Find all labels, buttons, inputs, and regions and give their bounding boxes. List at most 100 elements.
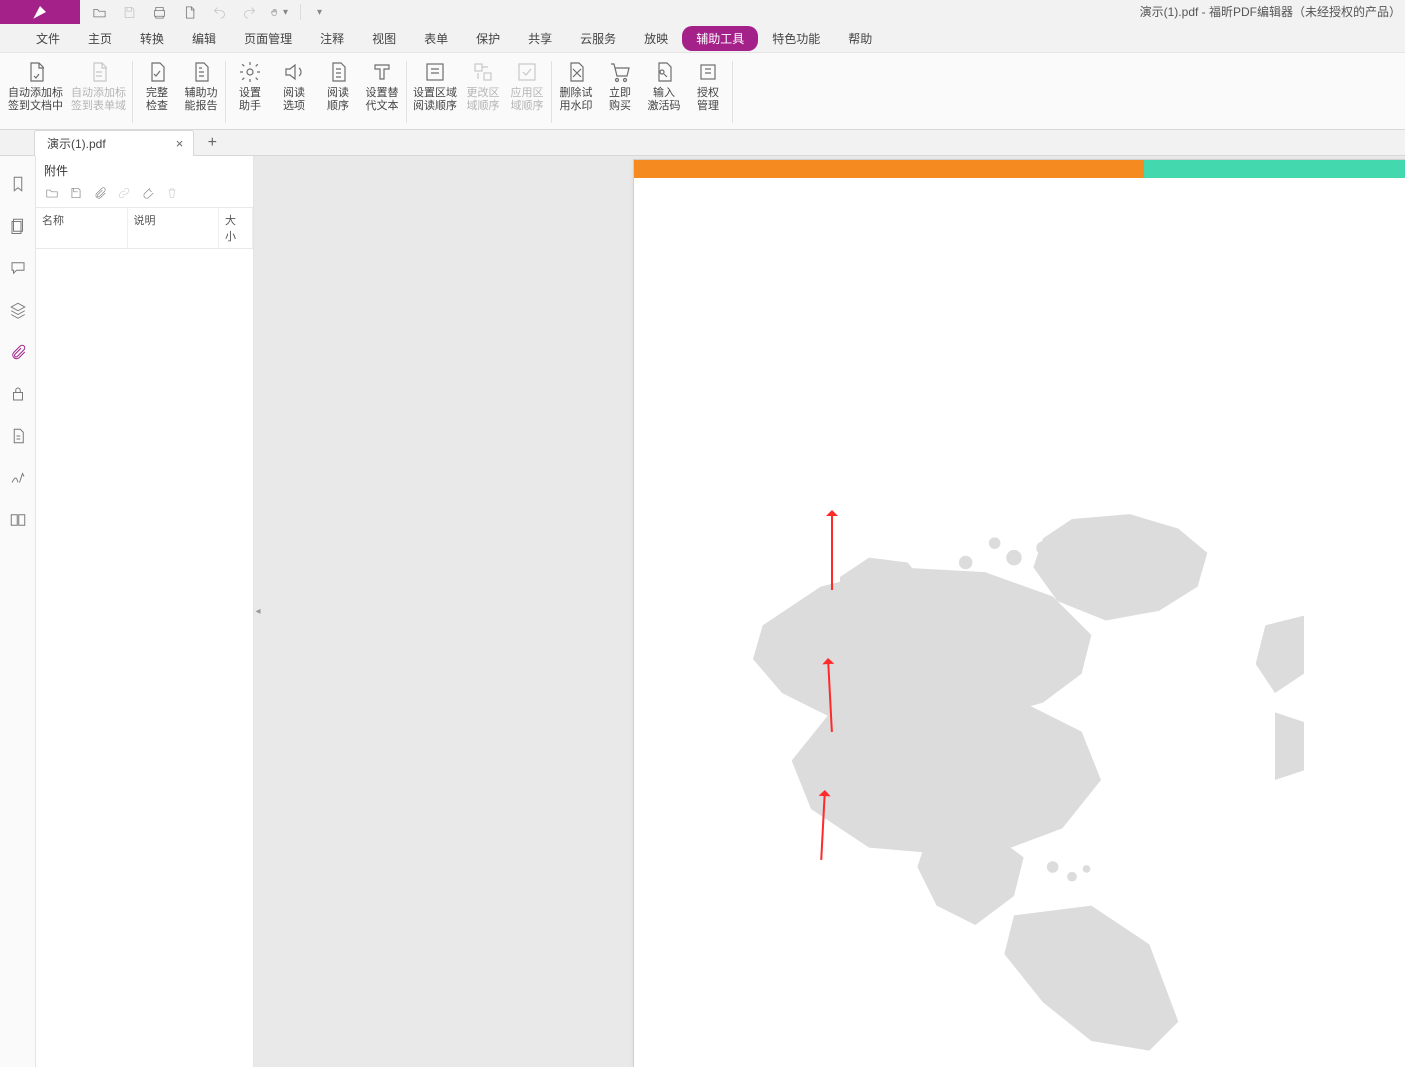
doc-tag-icon <box>23 59 49 85</box>
annotate-attachment-icon[interactable] <box>140 185 156 201</box>
license-icon <box>695 59 721 85</box>
check-icon <box>144 59 170 85</box>
close-icon[interactable]: × <box>176 136 184 151</box>
titlebar: ▾ ▾ 演示(1).pdf - 福昕PDF编辑器（未经授权的产品） <box>0 0 1405 24</box>
menu-help[interactable]: 帮助 <box>834 26 886 51</box>
panel-column-headers: 名称 说明 大小 <box>36 208 253 249</box>
attachments-panel: 附件 名称 说明 大小 <box>36 156 254 1067</box>
ribbon-alt-text[interactable]: 设置替 代文本 <box>360 55 404 129</box>
pdf-page: C P <box>634 160 1405 1067</box>
ribbon-auth-mgmt[interactable]: 授权 管理 <box>686 55 730 129</box>
menu-convert[interactable]: 转换 <box>126 26 178 51</box>
ribbon-enter-code[interactable]: 输入 激活码 <box>642 55 686 129</box>
save-icon[interactable] <box>120 3 138 21</box>
link-attachment-icon[interactable] <box>116 185 132 201</box>
layers-icon[interactable] <box>8 300 28 320</box>
col-name[interactable]: 名称 <box>36 208 128 248</box>
security-icon[interactable] <box>8 384 28 404</box>
speaker-icon <box>281 59 307 85</box>
undo-icon[interactable] <box>210 3 228 21</box>
new-doc-icon[interactable] <box>180 3 198 21</box>
hand-tool-icon[interactable]: ▾ <box>270 3 288 21</box>
separator <box>551 61 552 123</box>
red-arrow-annotation <box>831 512 833 590</box>
document-tab[interactable]: 演示(1).pdf × <box>34 130 194 156</box>
ribbon-read-order[interactable]: 阅读 顺序 <box>316 55 360 129</box>
menu-file[interactable]: 文件 <box>22 26 74 51</box>
ribbon-aux-report[interactable]: 辅助功 能报告 <box>179 55 223 129</box>
menu-page-mgmt[interactable]: 页面管理 <box>230 26 306 51</box>
ribbon-change-region[interactable]: 更改区 域顺序 <box>461 55 505 129</box>
ribbon-read-opts[interactable]: 阅读 选项 <box>272 55 316 129</box>
ribbon-apply-region[interactable]: 应用区 域顺序 <box>505 55 549 129</box>
open-attachment-icon[interactable] <box>44 185 60 201</box>
ribbon-auto-tag-doc[interactable]: 自动添加标 签到文档中 <box>4 55 67 129</box>
form-data-icon[interactable] <box>8 426 28 446</box>
menu-edit[interactable]: 编辑 <box>178 26 230 51</box>
menu-slideshow[interactable]: 放映 <box>630 26 682 51</box>
panel-toolbar <box>36 183 253 208</box>
panel-title: 附件 <box>36 156 253 183</box>
main-area: 附件 名称 说明 大小 ◂ <box>0 156 1405 1067</box>
open-icon[interactable] <box>90 3 108 21</box>
separator <box>132 61 133 123</box>
left-nav-strip <box>0 156 36 1067</box>
qat-customize-icon[interactable]: ▾ <box>317 7 322 18</box>
col-size[interactable]: 大小 <box>219 208 253 248</box>
attachment-icon[interactable] <box>8 342 28 362</box>
bookmark-icon[interactable] <box>8 174 28 194</box>
menu-annotate[interactable]: 注释 <box>306 26 358 51</box>
delete-attachment-icon[interactable] <box>164 185 180 201</box>
signature-icon[interactable] <box>8 468 28 488</box>
world-map-graphic <box>724 500 1304 1060</box>
add-tab-button[interactable]: + <box>202 133 222 153</box>
key-doc-icon <box>651 59 677 85</box>
order-icon <box>325 59 351 85</box>
pages-icon[interactable] <box>8 216 28 236</box>
menu-home[interactable]: 主页 <box>74 26 126 51</box>
ribbon-remove-trial[interactable]: 删除试 用水印 <box>554 55 598 129</box>
separator <box>225 61 226 123</box>
ribbon-region-order[interactable]: 设置区域 阅读顺序 <box>409 55 461 129</box>
panel-collapse-handle[interactable]: ◂ <box>254 592 262 632</box>
app-logo[interactable] <box>0 0 80 24</box>
ribbon-setup-assist[interactable]: 设置 助手 <box>228 55 272 129</box>
window-title: 演示(1).pdf - 福昕PDF编辑器（未经授权的产品） <box>1140 0 1401 24</box>
page-banner-orange <box>634 160 1144 178</box>
menubar: 文件 主页 转换 编辑 页面管理 注释 视图 表单 保护 共享 云服务 放映 辅… <box>0 24 1405 52</box>
form-tag-icon <box>86 59 112 85</box>
save-attachment-icon[interactable] <box>68 185 84 201</box>
change-region-icon <box>470 59 496 85</box>
text-icon <box>369 59 395 85</box>
add-attachment-icon[interactable] <box>92 185 108 201</box>
ribbon-auto-tag-form[interactable]: 自动添加标 签到表单域 <box>67 55 130 129</box>
document-canvas[interactable]: ◂ <box>254 156 1405 1067</box>
ribbon-full-check[interactable]: 完整 检查 <box>135 55 179 129</box>
ribbon-buy-now[interactable]: 立即 购买 <box>598 55 642 129</box>
menu-share[interactable]: 共享 <box>514 26 566 51</box>
region-icon <box>422 59 448 85</box>
col-desc[interactable]: 说明 <box>128 208 220 248</box>
ribbon: 自动添加标 签到文档中 自动添加标 签到表单域 完整 检查 辅助功 能报告 设置… <box>0 52 1405 130</box>
watermark-remove-icon <box>563 59 589 85</box>
menu-protect[interactable]: 保护 <box>462 26 514 51</box>
print-icon[interactable] <box>150 3 168 21</box>
compare-icon[interactable] <box>8 510 28 530</box>
menu-cloud[interactable]: 云服务 <box>566 26 630 51</box>
document-tabbar: 演示(1).pdf × + <box>0 130 1405 156</box>
menu-view[interactable]: 视图 <box>358 26 410 51</box>
menu-forms[interactable]: 表单 <box>410 26 462 51</box>
pen-nib-icon <box>31 3 49 21</box>
apply-region-icon <box>514 59 540 85</box>
menu-special[interactable]: 特色功能 <box>758 26 834 51</box>
page-banner-teal <box>1144 160 1405 178</box>
document-tab-label: 演示(1).pdf <box>47 135 106 152</box>
redo-icon[interactable] <box>240 3 258 21</box>
comments-icon[interactable] <box>8 258 28 278</box>
chevron-down-icon: ▾ <box>283 7 288 18</box>
cart-icon <box>607 59 633 85</box>
menu-aux[interactable]: 辅助工具 <box>682 26 758 51</box>
panel-body <box>36 249 253 1067</box>
separator <box>732 61 733 123</box>
report-icon <box>188 59 214 85</box>
